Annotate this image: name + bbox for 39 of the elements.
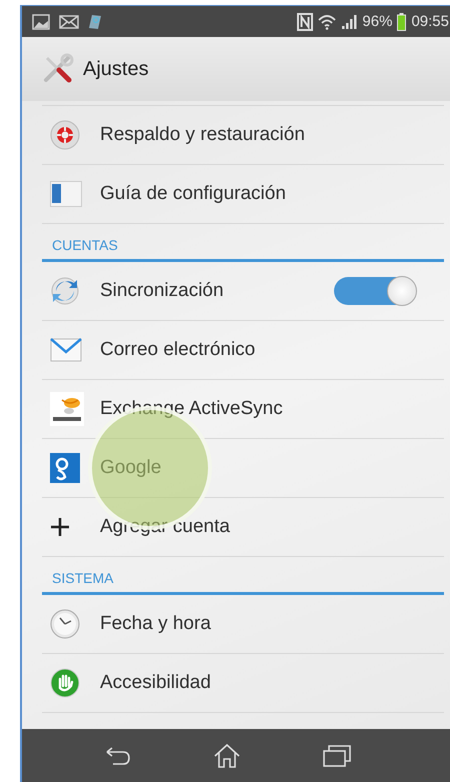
screen-title: Ajustes — [83, 58, 149, 80]
item-label: Exchange ActiveSync — [99, 398, 283, 420]
settings-item[interactable]: Accesibilidad — [42, 654, 444, 713]
picture-icon — [32, 14, 50, 30]
tag-icon — [88, 14, 102, 30]
signal-icon — [341, 14, 358, 30]
lifebuoy-icon — [50, 120, 80, 150]
settings-item[interactable]: Fecha y hora — [42, 595, 444, 654]
settings-item[interactable]: Guía de configuración — [42, 165, 444, 224]
item-label: Fecha y hora — [99, 613, 211, 635]
section-header: CUENTAS — [51, 237, 118, 255]
tools-icon[interactable] — [42, 53, 74, 85]
item-label: Guía de configuración — [99, 183, 286, 205]
plus-icon — [50, 517, 70, 537]
settings-item[interactable]: Respaldo y restauración — [42, 106, 444, 165]
settings-item[interactable]: Sincronización — [42, 262, 444, 321]
nfc-icon — [297, 12, 314, 30]
item-label: Respaldo y restauración — [99, 124, 305, 146]
item-label: Agregar cuenta — [99, 516, 230, 538]
battery-icon — [397, 12, 406, 30]
sync-icon — [50, 276, 80, 306]
item-label: Google — [99, 457, 162, 479]
recent-apps-icon[interactable] — [323, 745, 351, 767]
item-label: Correo electrónico — [99, 339, 256, 361]
section-header: SISTEMA — [51, 570, 114, 588]
envelope-icon — [50, 338, 82, 362]
settings-item[interactable]: Correo electrónico — [42, 321, 444, 380]
settings-item[interactable]: Agregar cuenta — [42, 498, 444, 557]
settings-item[interactable]: Exchange ActiveSync — [42, 380, 444, 439]
wifi-icon — [318, 14, 336, 30]
clock-icon — [50, 609, 80, 639]
home-icon[interactable] — [213, 743, 241, 769]
clock-time: 09:55 — [411, 13, 449, 30]
hand-icon — [50, 668, 80, 698]
battery-percent: 96% — [362, 13, 392, 30]
item-label: Accesibilidad — [99, 672, 211, 694]
mail-icon — [59, 14, 79, 28]
item-label: Sincronización — [99, 280, 224, 302]
toggle-switch[interactable] — [334, 277, 416, 305]
